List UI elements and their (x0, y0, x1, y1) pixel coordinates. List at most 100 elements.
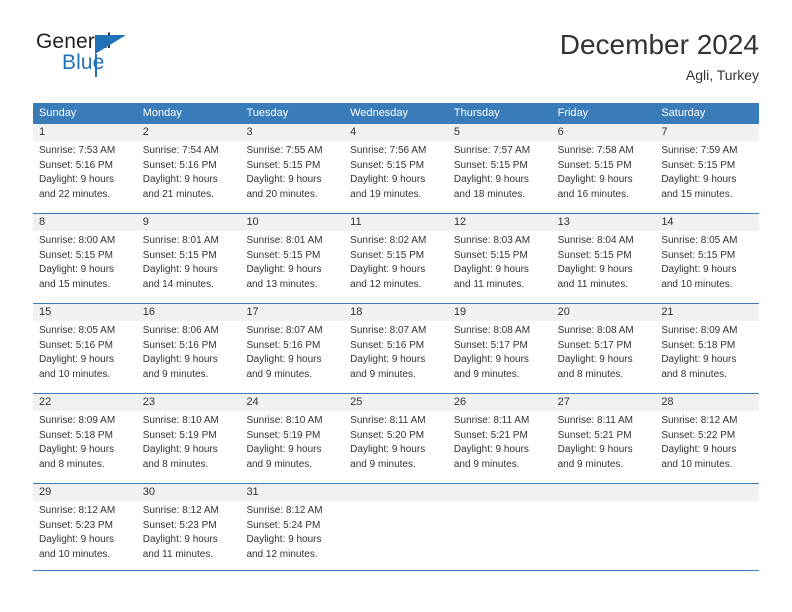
sunrise-text: Sunrise: 8:06 AM (142, 325, 219, 336)
sunset-text: Sunset: 5:23 PM (39, 519, 113, 531)
calendar-day-cell[interactable]: 21 Sunrise: 8:09 AM Sunset: 5:18 PM Dayligh… (655, 304, 760, 393)
calendar-day-cell[interactable]: 18 Sunrise: 8:07 AM Sunset: 5:16 PM Dayligh… (344, 304, 448, 393)
calendar-day-cell[interactable]: 26 Sunrise: 8:11 AM Sunset: 5:21 PM Dayligh… (447, 394, 552, 483)
calendar-day-cell[interactable]: 13 Sunrise: 8:04 AM Sunset: 5:15 PM Dayligh… (551, 214, 656, 303)
calendar-day-cell[interactable]: 28 Sunrise: 8:12 AM Sunset: 5:22 PM Dayligh… (655, 394, 760, 483)
day-number: 9 (136, 214, 241, 231)
calendar-day-cell[interactable]: 11 Sunrise: 8:02 AM Sunset: 5:15 PM Dayligh… (344, 214, 448, 303)
sunset-text: Sunset: 5:16 PM (350, 339, 425, 351)
calendar-day-cell[interactable]: 14 Sunrise: 8:05 AM Sunset: 5:15 PM Dayligh… (655, 214, 760, 303)
calendar-day-cell[interactable]: 2 Sunrise: 7:54 AM Sunset: 5:16 PM Daylight… (136, 124, 241, 213)
day-sun-info: Sunrise: 8:07 AM Sunset: 5:16 PM Daylight:… (240, 321, 344, 382)
sunrise-text: Sunrise: 8:12 AM (39, 505, 116, 516)
calendar-day-cell-empty (551, 484, 656, 573)
day-number: 30 (136, 484, 241, 501)
calendar-day-cell[interactable]: 29 Sunrise: 8:12 AM Sunset: 5:23 PM Dayligh… (33, 484, 137, 573)
day-sun-info: Sunrise: 8:11 AM Sunset: 5:21 PM Daylight:… (448, 411, 552, 472)
calendar-day-cell[interactable]: 9 Sunrise: 8:01 AM Sunset: 5:15 PM Daylight… (136, 214, 241, 303)
day-sun-info: Sunrise: 8:04 AM Sunset: 5:15 PM Daylight:… (552, 231, 656, 292)
daylight-text-line2: and 22 minutes. (39, 188, 111, 200)
day-number: 22 (33, 394, 137, 411)
calendar-week-row: 1 Sunrise: 7:53 AM Sunset: 5:16 PM Daylight… (33, 124, 760, 213)
calendar-day-cell[interactable]: 16 Sunrise: 8:06 AM Sunset: 5:16 PM Dayligh… (136, 304, 241, 393)
daylight-text-line2: and 8 minutes. (142, 458, 209, 470)
calendar-day-cell[interactable]: 4 Sunrise: 7:56 AM Sunset: 5:15 PM Daylight… (344, 124, 448, 213)
sunset-text: Sunset: 5:17 PM (453, 339, 528, 351)
day-number: 29 (33, 484, 137, 501)
calendar-day-cell[interactable]: 20 Sunrise: 8:08 AM Sunset: 5:17 PM Dayligh… (551, 304, 656, 393)
calendar-day-cell[interactable]: 7 Sunrise: 7:59 AM Sunset: 5:15 PM Daylight… (655, 124, 760, 213)
calendar-day-cell[interactable]: 30 Sunrise: 8:12 AM Sunset: 5:23 PM Dayligh… (136, 484, 241, 573)
calendar-day-cell[interactable]: 19 Sunrise: 8:08 AM Sunset: 5:17 PM Dayligh… (447, 304, 552, 393)
sunrise-text: Sunrise: 8:07 AM (246, 325, 323, 336)
sunset-text: Sunset: 5:16 PM (39, 339, 113, 351)
sunrise-text: Sunrise: 8:03 AM (453, 235, 531, 246)
daylight-text-line1: Daylight: 9 hours (350, 354, 426, 366)
sunrise-text: Sunrise: 8:04 AM (557, 235, 634, 246)
calendar-day-cell[interactable]: 27 Sunrise: 8:11 AM Sunset: 5:21 PM Dayligh… (551, 394, 656, 483)
calendar-day-cell[interactable]: 8 Sunrise: 8:00 AM Sunset: 5:15 PM Daylight… (33, 214, 137, 303)
day-sun-info: Sunrise: 8:01 AM Sunset: 5:15 PM Daylight:… (137, 231, 241, 292)
calendar-day-cell[interactable]: 22 Sunrise: 8:09 AM Sunset: 5:18 PM Dayligh… (33, 394, 137, 483)
calendar-day-cell[interactable]: 3 Sunrise: 7:55 AM Sunset: 5:15 PM Daylight… (240, 124, 345, 213)
daylight-text-line1: Daylight: 9 hours (142, 264, 218, 276)
daylight-text-line2: and 15 minutes. (39, 278, 111, 290)
day-sun-info: Sunrise: 8:06 AM Sunset: 5:16 PM Daylight:… (137, 321, 241, 382)
day-number: 7 (655, 124, 760, 141)
daylight-text-line1: Daylight: 9 hours (350, 174, 426, 186)
sunrise-text: Sunrise: 8:05 AM (661, 235, 738, 246)
day-sun-info: Sunrise: 7:54 AM Sunset: 5:16 PM Daylight:… (137, 141, 241, 202)
sunrise-text: Sunrise: 7:57 AM (453, 145, 531, 156)
calendar-day-cell[interactable]: 12 Sunrise: 8:03 AM Sunset: 5:15 PM Dayligh… (447, 214, 552, 303)
calendar-week-row: 29 Sunrise: 8:12 AM Sunset: 5:23 PM Dayligh… (33, 483, 760, 573)
sunrise-text: Sunrise: 7:54 AM (142, 145, 219, 156)
daylight-text-line2: and 13 minutes. (246, 278, 318, 290)
general-blue-logo[interactable]: General Blue (33, 30, 263, 88)
sunset-text: Sunset: 5:16 PM (142, 159, 217, 171)
sunset-text: Sunset: 5:18 PM (661, 339, 736, 351)
daylight-text-line1: Daylight: 9 hours (142, 444, 218, 456)
day-sun-info: Sunrise: 8:10 AM Sunset: 5:19 PM Daylight:… (240, 411, 344, 472)
daylight-text-line1: Daylight: 9 hours (453, 264, 529, 276)
calendar-day-cell[interactable]: 6 Sunrise: 7:58 AM Sunset: 5:15 PM Daylight… (551, 124, 656, 213)
sunset-text: Sunset: 5:16 PM (142, 339, 217, 351)
calendar-day-cell[interactable]: 23 Sunrise: 8:10 AM Sunset: 5:19 PM Dayligh… (136, 394, 241, 483)
daylight-text-line2: and 10 minutes. (661, 278, 733, 290)
day-number: 24 (240, 394, 345, 411)
calendar-day-cell[interactable]: 17 Sunrise: 8:07 AM Sunset: 5:16 PM Dayligh… (240, 304, 345, 393)
calendar-day-cell[interactable]: 15 Sunrise: 8:05 AM Sunset: 5:16 PM Dayligh… (33, 304, 137, 393)
calendar-day-cell[interactable]: 24 Sunrise: 8:10 AM Sunset: 5:19 PM Dayligh… (240, 394, 345, 483)
sunset-text: Sunset: 5:24 PM (246, 519, 321, 531)
calendar-day-cell[interactable]: 1 Sunrise: 7:53 AM Sunset: 5:16 PM Daylight… (33, 124, 137, 213)
logo-text-blue: Blue (62, 51, 105, 74)
day-number: 2 (136, 124, 241, 141)
sunrise-text: Sunrise: 8:09 AM (661, 325, 738, 336)
calendar-day-cell[interactable]: 5 Sunrise: 7:57 AM Sunset: 5:15 PM Daylight… (447, 124, 552, 213)
day-number: 27 (551, 394, 656, 411)
daylight-text-line1: Daylight: 9 hours (557, 264, 633, 276)
daylight-text-line2: and 19 minutes. (350, 188, 422, 200)
sunrise-text: Sunrise: 8:11 AM (453, 415, 530, 426)
sunrise-text: Sunrise: 8:12 AM (246, 505, 323, 516)
day-sun-info: Sunrise: 7:58 AM Sunset: 5:15 PM Daylight:… (552, 141, 656, 202)
sunrise-text: Sunrise: 7:53 AM (39, 145, 116, 156)
day-number: 14 (655, 214, 760, 231)
daylight-text-line1: Daylight: 9 hours (39, 354, 115, 366)
daylight-text-line2: and 10 minutes. (661, 458, 733, 470)
day-sun-info: Sunrise: 8:02 AM Sunset: 5:15 PM Daylight:… (344, 231, 448, 292)
day-number: 3 (240, 124, 345, 141)
daylight-text-line1: Daylight: 9 hours (661, 264, 737, 276)
sunset-text: Sunset: 5:20 PM (350, 429, 425, 441)
weekday-header-saturday: Saturday (661, 107, 706, 119)
sunset-text: Sunset: 5:19 PM (142, 429, 217, 441)
calendar-day-cell[interactable]: 10 Sunrise: 8:01 AM Sunset: 5:15 PM Dayligh… (240, 214, 345, 303)
daylight-text-line2: and 16 minutes. (557, 188, 629, 200)
sunrise-text: Sunrise: 8:09 AM (39, 415, 116, 426)
calendar-day-cell[interactable]: 31 Sunrise: 8:12 AM Sunset: 5:24 PM Dayligh… (240, 484, 345, 573)
calendar-bottom-rule (33, 570, 759, 571)
weekday-header-thursday: Thursday (453, 107, 500, 119)
daylight-text-line1: Daylight: 9 hours (557, 354, 633, 366)
sunrise-text: Sunrise: 8:08 AM (453, 325, 531, 336)
calendar-day-cell[interactable]: 25 Sunrise: 8:11 AM Sunset: 5:20 PM Dayligh… (344, 394, 448, 483)
daylight-text-line1: Daylight: 9 hours (661, 444, 737, 456)
